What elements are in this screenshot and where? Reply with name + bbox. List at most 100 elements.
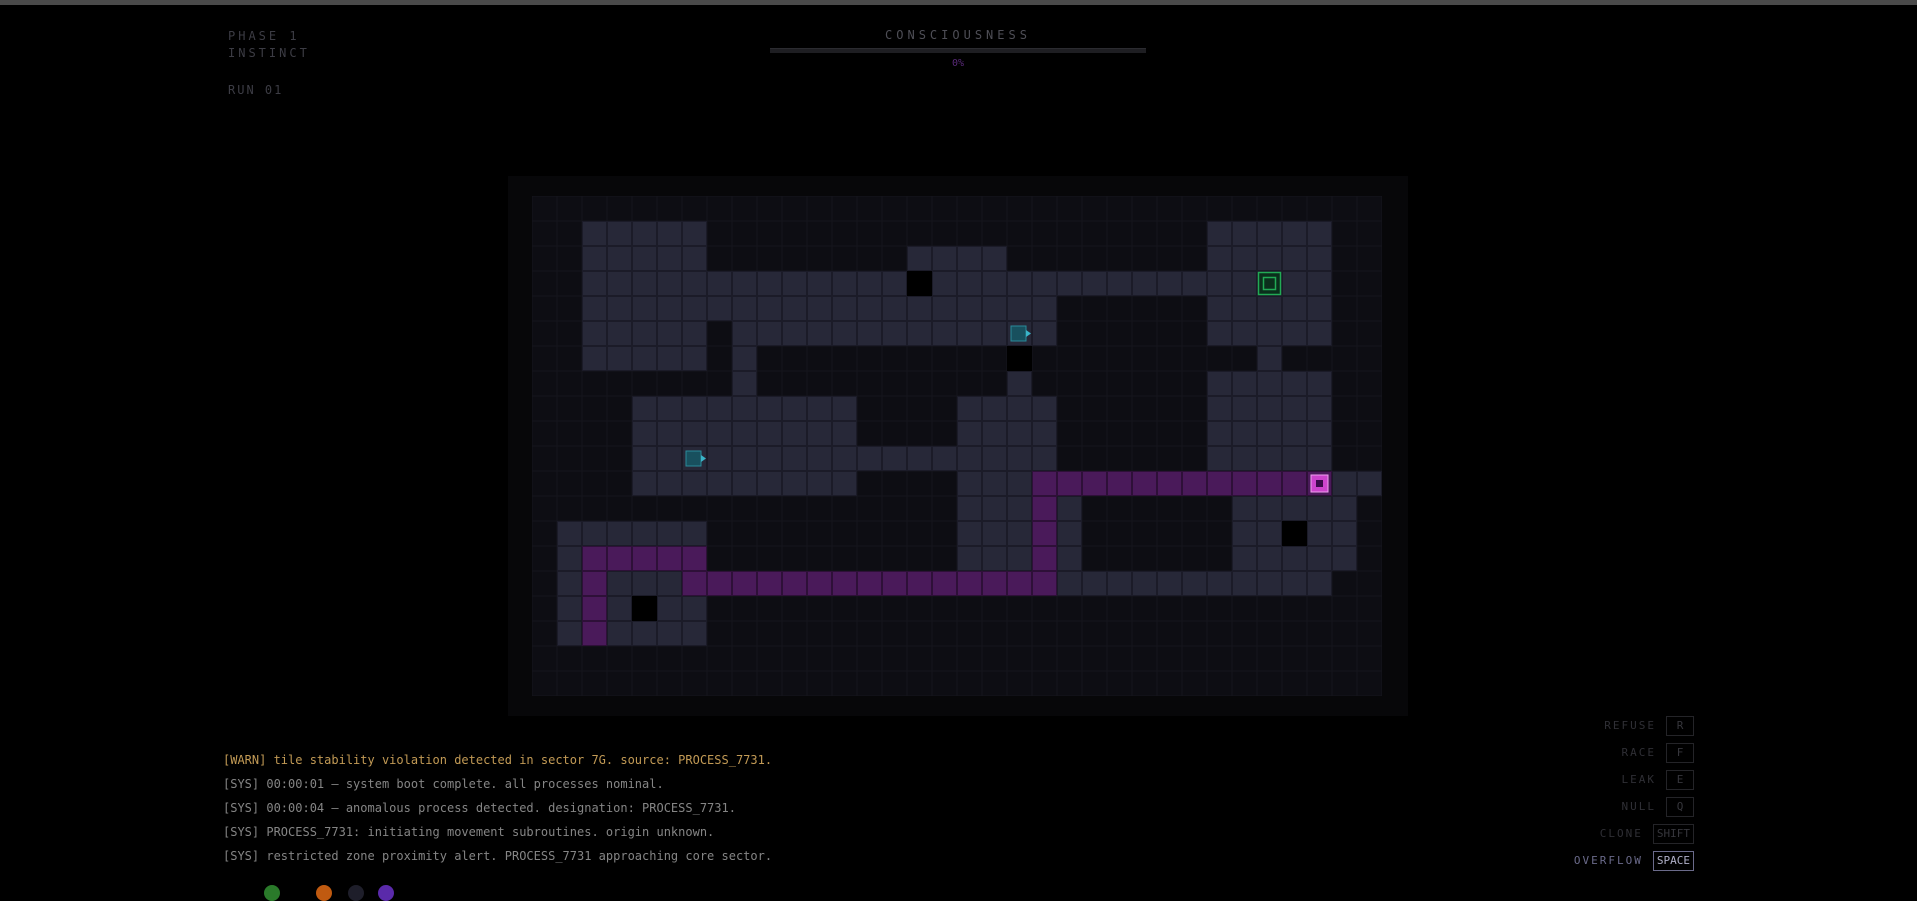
status-dot [378, 885, 394, 901]
floor-tile [1007, 396, 1032, 421]
floor-tile [607, 246, 632, 271]
floor-tile [732, 471, 757, 496]
control-clone[interactable]: CLONE SHIFT [1574, 820, 1694, 847]
path-tile [1032, 496, 1057, 521]
floor-tile [1232, 371, 1257, 396]
floor-tile [1332, 521, 1357, 546]
floor-tile [1207, 246, 1232, 271]
floor-tile [1207, 396, 1232, 421]
floor-tile [657, 271, 682, 296]
floor-tile [857, 296, 882, 321]
path-tile [682, 571, 707, 596]
log-line: [WARN] tile stability violation detected… [223, 753, 773, 767]
floor-tile [1182, 571, 1207, 596]
floor-tile [782, 421, 807, 446]
log-line: [SYS] 00:00:01 — system boot complete. a… [223, 777, 664, 791]
floor-tile [657, 521, 682, 546]
control-refuse[interactable]: REFUSE R [1574, 712, 1694, 739]
floor-tile [957, 471, 982, 496]
status-dots [250, 885, 410, 901]
path-tile [1082, 471, 1107, 496]
floor-tile [1057, 271, 1082, 296]
floor-tile [582, 521, 607, 546]
key-badge: SPACE [1652, 850, 1694, 871]
phase-label: PHASE 1 [228, 29, 300, 43]
path-tile [732, 571, 757, 596]
floor-tile [1257, 346, 1282, 371]
log-line: [SYS] PROCESS_7731: initiating movement … [223, 825, 715, 839]
floor-tile [1332, 496, 1357, 521]
floor-tile [932, 321, 957, 346]
path-tile [1057, 471, 1082, 496]
path-tile [907, 571, 932, 596]
floor-tile [882, 446, 907, 471]
floor-tile [1007, 546, 1032, 571]
floor-tile [1157, 571, 1182, 596]
floor-tile [807, 471, 832, 496]
phase-info: PHASE 1 INSTINCT RUN 01 [228, 28, 310, 99]
key-badge: F [1666, 742, 1694, 763]
player-core [1316, 480, 1323, 487]
consciousness-meter: CONSCIOUSNESS 0% [770, 28, 1146, 69]
floor-tile [1257, 496, 1282, 521]
floor-tile [1232, 321, 1257, 346]
floor-tile [907, 446, 932, 471]
path-tile [757, 571, 782, 596]
path-tile [832, 571, 857, 596]
control-leak[interactable]: LEAK E [1574, 766, 1694, 793]
floor-tile [732, 346, 757, 371]
system-log: [WARN] tile stability violation detected… [223, 752, 772, 872]
control-overflow[interactable]: OVERFLOW SPACE [1574, 847, 1694, 874]
floor-tile [982, 421, 1007, 446]
floor-tile [1307, 421, 1332, 446]
floor-tile [1282, 546, 1307, 571]
floor-tile [1257, 321, 1282, 346]
floor-tile [982, 296, 1007, 321]
floor-tile [1232, 571, 1257, 596]
floor-tile [1007, 521, 1032, 546]
control-null[interactable]: NULL Q [1574, 793, 1694, 820]
floor-tile [807, 296, 832, 321]
status-dot [264, 885, 280, 901]
floor-tile [1032, 396, 1057, 421]
floor-tile [682, 221, 707, 246]
path-tile [1182, 471, 1207, 496]
path-tile [957, 571, 982, 596]
floor-tile [982, 521, 1007, 546]
floor-tile [1207, 296, 1232, 321]
consciousness-value: 0% [951, 58, 965, 69]
floor-tile [957, 296, 982, 321]
floor-tile [682, 596, 707, 621]
controls-panel: REFUSE R RACE F LEAK E NULL Q CLONE SHIF… [1574, 712, 1694, 874]
floor-tile [782, 471, 807, 496]
control-race[interactable]: RACE F [1574, 739, 1694, 766]
floor-tile [657, 346, 682, 371]
control-label: REFUSE [1604, 719, 1656, 732]
path-tile [882, 571, 907, 596]
floor-tile [882, 271, 907, 296]
floor-tile [557, 521, 582, 546]
floor-tile [632, 321, 657, 346]
floor-tile [1082, 571, 1107, 596]
floor-tile [682, 471, 707, 496]
floor-tile [832, 296, 857, 321]
floor-tile [757, 446, 782, 471]
floor-tile [1057, 496, 1082, 521]
floor-tile [982, 496, 1007, 521]
agent-icon [1010, 325, 1027, 342]
floor-tile [832, 421, 857, 446]
floor-tile [1307, 446, 1332, 471]
floor-tile [782, 396, 807, 421]
floor-tile [757, 296, 782, 321]
void-tile [1282, 521, 1307, 546]
floor-tile [582, 246, 607, 271]
floor-tile [1282, 446, 1307, 471]
floor-tile [1282, 271, 1307, 296]
floor-tile [1282, 396, 1307, 421]
floor-tile [582, 296, 607, 321]
game-board[interactable] [532, 196, 1382, 696]
floor-tile [957, 521, 982, 546]
floor-tile [882, 296, 907, 321]
path-tile [582, 546, 607, 571]
floor-tile [1207, 321, 1232, 346]
